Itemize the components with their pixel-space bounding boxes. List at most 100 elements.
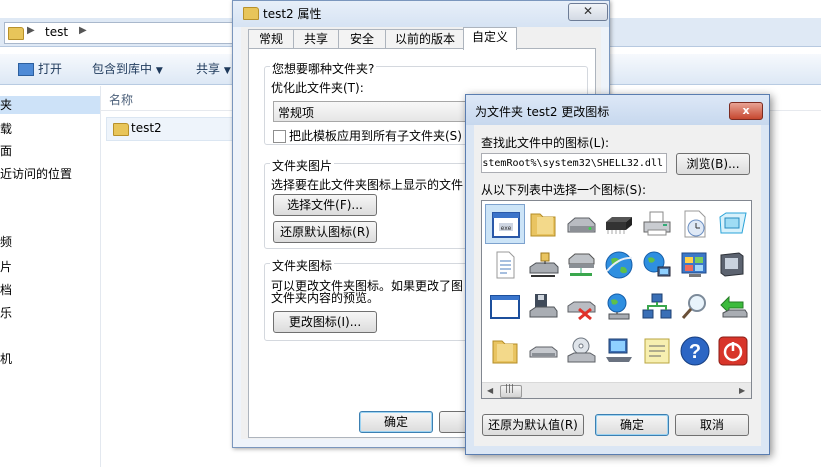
nav-item[interactable]: 档 (0, 281, 12, 299)
horizontal-scrollbar[interactable]: ◀ ||| ▶ (482, 382, 751, 398)
notes-icon[interactable] (637, 331, 677, 371)
apply-subfolders-label: 把此模板应用到所有子文件夹(S) (289, 129, 462, 143)
folder-icon[interactable] (523, 204, 563, 244)
optimize-value: 常规项 (278, 106, 315, 120)
close-button[interactable]: x (729, 102, 763, 120)
open-button[interactable]: 打开 (18, 60, 62, 78)
restore-default-icon-button[interactable]: 还原默认图标(R) (273, 221, 377, 243)
monitor-icon[interactable] (713, 245, 751, 285)
partial-icon[interactable] (748, 204, 751, 244)
nav-item[interactable]: 近访问的位置 (0, 165, 72, 183)
column-header-name[interactable]: 名称 (109, 91, 133, 108)
share-button[interactable]: 共享 ▼ (196, 60, 231, 78)
tab-general[interactable]: 常规 (248, 29, 294, 49)
nav-item[interactable]: 片 (0, 258, 12, 276)
power-icon[interactable] (713, 331, 751, 371)
scroll-thumb[interactable]: ||| (500, 384, 522, 398)
screen-icon[interactable] (713, 204, 751, 244)
cd-drive-icon[interactable] (561, 331, 601, 371)
world-network-icon[interactable] (599, 287, 639, 327)
folder-icon (243, 7, 259, 20)
restore-default-button[interactable]: 还原为默认值(R) (482, 414, 584, 436)
folder-icon (8, 27, 24, 40)
chevron-right-icon: ▶ (79, 25, 87, 36)
properties-title-bar[interactable]: test2 属性 ✕ (233, 1, 609, 27)
window-icon[interactable] (485, 287, 525, 327)
icon-list-label: 从以下列表中选择一个图标(S): (481, 183, 647, 197)
folder-icon-desc-2: 文件夹内容的预览。 (271, 291, 380, 305)
globe-icon[interactable] (599, 245, 639, 285)
computer-icon[interactable] (599, 331, 639, 371)
control-panel-icon[interactable] (675, 245, 715, 285)
apply-subfolders-checkbox[interactable]: 把此模板应用到所有子文件夹(S) (273, 127, 462, 144)
find-icons-label: 查找此文件中的图标(L): (481, 136, 610, 150)
ok-button[interactable]: 确定 (595, 414, 669, 436)
disconnected-drive-icon[interactable] (561, 287, 601, 327)
share-label: 共享 (196, 62, 221, 76)
memory-chip-icon[interactable] (599, 204, 639, 244)
text-document-icon[interactable] (485, 245, 525, 285)
search-icon[interactable] (675, 287, 715, 327)
checkbox-box[interactable] (273, 130, 286, 143)
shortcut-arrow-icon[interactable] (748, 245, 751, 285)
hard-drive-icon[interactable] (561, 204, 601, 244)
icon-file-path-input[interactable]: stemRoot%\system32\SHELL32.dll (481, 153, 667, 173)
floppy-icon[interactable] (523, 287, 563, 327)
tab-customize[interactable]: 自定义 (463, 27, 517, 50)
group-title: 文件夹图片 (270, 157, 335, 174)
window-title: test2 属性 (263, 7, 322, 21)
navigation-pane: 夹 载 面 近访问的位置 频 片 档 乐 机 (0, 86, 101, 467)
open-icon (18, 63, 34, 76)
nav-item[interactable]: 机 (0, 350, 12, 368)
chevron-right-icon: ▶ (27, 25, 35, 36)
dropdown-arrow-icon: ▼ (155, 66, 163, 76)
svg-text:?: ? (689, 341, 701, 363)
network-globe-icon[interactable] (637, 245, 677, 285)
nav-item[interactable]: 频 (0, 233, 12, 251)
tab-security[interactable]: 安全 (338, 29, 386, 49)
file-name: test2 (131, 121, 162, 135)
group-title: 文件夹图标 (270, 257, 335, 274)
nav-item[interactable]: 乐 (0, 304, 12, 322)
change-icon-button[interactable]: 更改图标(I)... (273, 311, 377, 333)
change-icon-dialog: 为文件夹 test2 更改图标 x 查找此文件中的图标(L): stemRoot… (465, 94, 770, 455)
drive-icon[interactable] (523, 331, 563, 371)
optimize-label: 优化此文件夹(T): (271, 81, 364, 95)
dialog-title-bar[interactable]: 为文件夹 test2 更改图标 (466, 95, 769, 125)
partial-disc-icon[interactable] (748, 287, 751, 327)
scroll-right-icon[interactable]: ▶ (739, 386, 745, 395)
browse-button[interactable]: 浏览(B)... (676, 153, 750, 175)
tab-sharing[interactable]: 共享 (293, 29, 339, 49)
blank-window-icon[interactable]: exe (485, 204, 525, 244)
cancel-button[interactable]: 取消 (675, 414, 749, 436)
include-library-label: 包含到库中 (92, 62, 153, 76)
nav-item[interactable]: 夹 (0, 96, 100, 114)
clock-document-icon[interactable] (675, 204, 715, 244)
tab-previous-versions[interactable]: 以前的版本 (385, 29, 465, 49)
file-item[interactable]: test2 (106, 117, 238, 141)
svg-text:exe: exe (501, 225, 512, 232)
nav-item[interactable]: 面 (0, 142, 12, 160)
icon-list[interactable]: exe ? ◀ ||| ▶ (481, 200, 752, 399)
dialog-title: 为文件夹 test2 更改图标 (475, 105, 610, 119)
network-drive-icon[interactable] (523, 245, 563, 285)
help-icon[interactable]: ? (675, 331, 715, 371)
scroll-grip: ||| (505, 384, 515, 394)
open-label: 打开 (38, 62, 63, 76)
scroll-left-icon[interactable]: ◀ (487, 386, 493, 395)
network-computers-icon[interactable] (637, 287, 677, 327)
group-title: 您想要哪种文件夹? (270, 60, 377, 77)
choose-file-button[interactable]: 选择文件(F)... (273, 194, 377, 216)
folder-icon[interactable] (485, 331, 525, 371)
include-library-button[interactable]: 包含到库中 ▼ (92, 60, 163, 78)
ok-button[interactable]: 确定 (359, 411, 433, 433)
folder-picture-desc: 选择要在此文件夹图标上显示的文件 (271, 178, 464, 192)
green-arrow-icon[interactable] (713, 287, 751, 327)
address-box[interactable]: ▶ test ▶ (4, 22, 246, 44)
network-server-icon[interactable] (561, 245, 601, 285)
printer-icon[interactable] (637, 204, 677, 244)
dropdown-arrow-icon: ▼ (223, 66, 231, 76)
close-button[interactable]: ✕ (568, 3, 608, 21)
breadcrumb-item[interactable]: test (45, 25, 68, 39)
nav-item[interactable]: 载 (0, 120, 12, 138)
